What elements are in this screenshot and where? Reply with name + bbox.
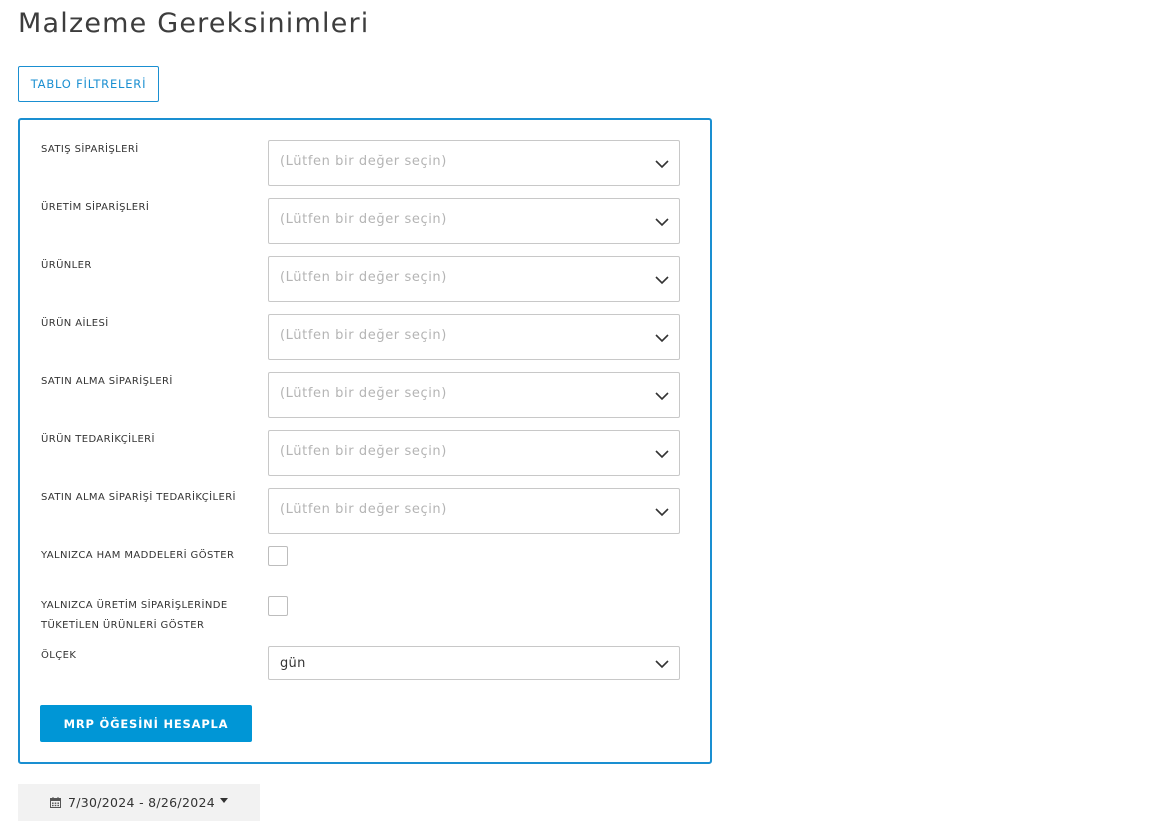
chevron-down-icon (655, 160, 669, 169)
select-placeholder: (Lütfen bir değer seçin) (280, 328, 447, 343)
products-select[interactable]: (Lütfen bir değer seçin) (268, 256, 680, 302)
date-range-text: 7/30/2024 - 8/26/2024 (68, 795, 215, 810)
select-placeholder: (Lütfen bir değer seçin) (280, 444, 447, 459)
production-orders-label: ÜRETİM SİPARİŞLERİ (41, 202, 150, 213)
table-filters-button[interactable]: TABLO FİLTRELERİ (18, 66, 159, 102)
product-suppliers-label: ÜRÜN TEDARİKÇİLERİ (41, 434, 155, 445)
purchase-orders-label: SATIN ALMA SİPARİŞLERİ (41, 376, 173, 387)
purchase-orders-select[interactable]: (Lütfen bir değer seçin) (268, 372, 680, 418)
select-placeholder: (Lütfen bir değer seçin) (280, 386, 447, 401)
consumed-in-production-label-line2: TÜKETİLEN ÜRÜNLERİ GÖSTER (41, 620, 205, 631)
chevron-down-icon (655, 508, 669, 517)
scale-value: gün (280, 656, 306, 671)
consumed-in-production-label-line1: YALNIZCA ÜRETİM SİPARİŞLERİNDE (41, 600, 228, 611)
select-placeholder: (Lütfen bir değer seçin) (280, 270, 447, 285)
date-range-picker[interactable]: 7/30/2024 - 8/26/2024 (18, 784, 260, 821)
page-title: Malzeme Gereksinimleri (18, 8, 370, 39)
sales-orders-select[interactable]: (Lütfen bir değer seçin) (268, 140, 680, 186)
product-family-label: ÜRÜN AİLESİ (41, 318, 109, 329)
consumed-in-production-label: YALNIZCA ÜRETİM SİPARİŞLERİNDE TÜKETİLEN… (41, 596, 261, 636)
calculate-mrp-button[interactable]: MRP ÖĞESİNİ HESAPLA (40, 705, 252, 742)
filter-panel: SATIŞ SİPARİŞLERİ (Lütfen bir değer seçi… (18, 118, 712, 764)
consumed-in-production-checkbox[interactable] (268, 596, 288, 616)
purchase-order-suppliers-select[interactable]: (Lütfen bir değer seçin) (268, 488, 680, 534)
raw-materials-only-checkbox[interactable] (268, 546, 288, 566)
raw-materials-only-label: YALNIZCA HAM MADDELERİ GÖSTER (41, 550, 235, 561)
chevron-down-icon (655, 334, 669, 343)
select-placeholder: (Lütfen bir değer seçin) (280, 154, 447, 169)
scale-label: ÖLÇEK (41, 650, 77, 661)
purchase-order-suppliers-label: SATIN ALMA SİPARİŞİ TEDARİKÇİLERİ (41, 492, 236, 503)
chevron-down-icon (655, 218, 669, 227)
calendar-icon (50, 797, 62, 808)
chevron-down-icon (655, 276, 669, 285)
select-placeholder: (Lütfen bir değer seçin) (280, 212, 447, 227)
product-family-select[interactable]: (Lütfen bir değer seçin) (268, 314, 680, 360)
chevron-down-icon (655, 450, 669, 459)
production-orders-select[interactable]: (Lütfen bir değer seçin) (268, 198, 680, 244)
sales-orders-label: SATIŞ SİPARİŞLERİ (41, 144, 139, 155)
product-suppliers-select[interactable]: (Lütfen bir değer seçin) (268, 430, 680, 476)
caret-down-icon (219, 798, 228, 803)
select-placeholder: (Lütfen bir değer seçin) (280, 502, 447, 517)
chevron-down-icon (655, 392, 669, 401)
chevron-down-icon (655, 660, 669, 669)
scale-select[interactable]: gün (268, 646, 680, 680)
products-label: ÜRÜNLER (41, 260, 92, 271)
